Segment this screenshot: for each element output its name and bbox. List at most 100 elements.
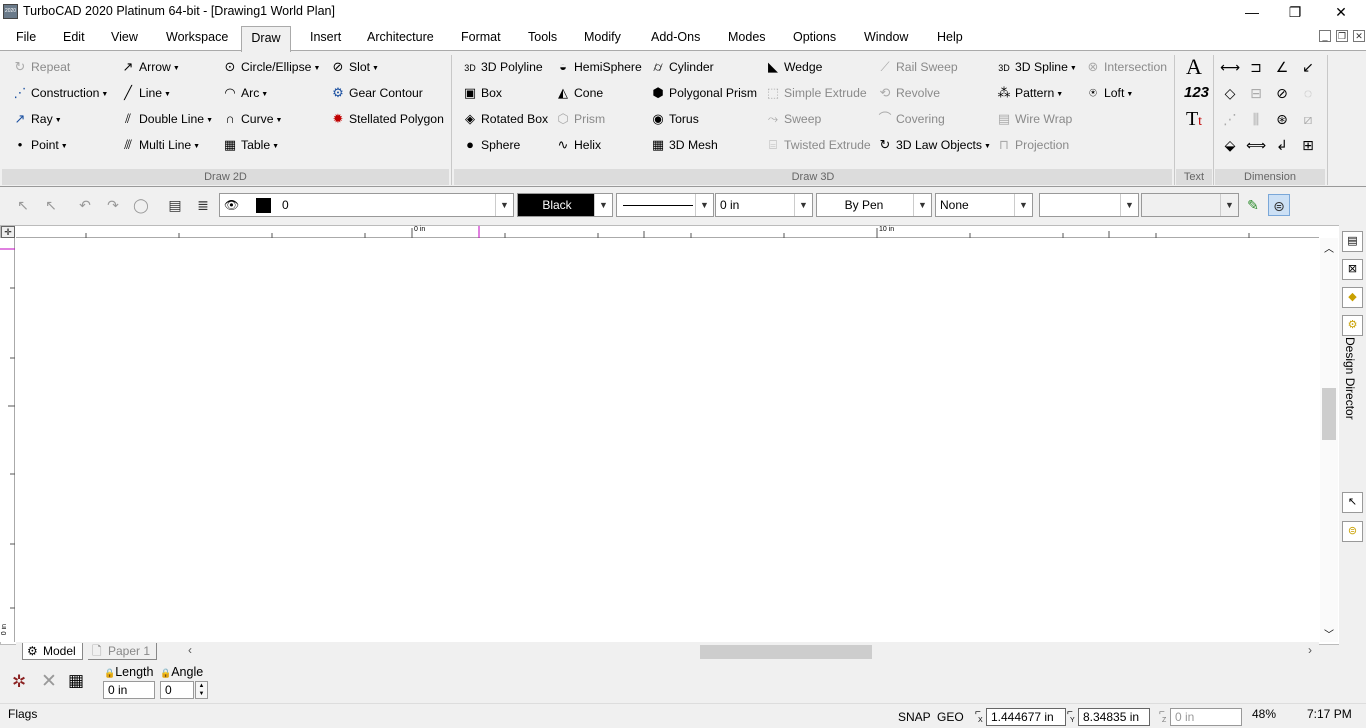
line-button[interactable]: ╱ Line ▼ <box>120 82 171 104</box>
pencil-icon[interactable]: ✎ <box>1242 194 1264 216</box>
point-button[interactable]: • Point ▼ <box>12 134 68 156</box>
polygonal-prism-button[interactable]: ⬢ Polygonal Prism <box>650 82 757 104</box>
table-button[interactable]: ▦ Table ▼ <box>222 134 279 156</box>
menu-window[interactable]: Window <box>864 30 908 44</box>
chevron-down-icon[interactable]: ▼ <box>1014 194 1032 216</box>
radius-dimension-icon[interactable]: ⊘ <box>1272 83 1292 103</box>
pen-combo[interactable]: By Pen ▼ <box>816 193 932 217</box>
vertical-scroll-thumb[interactable] <box>1322 388 1336 440</box>
angle-stepper[interactable]: ▲ ▼ <box>195 681 208 699</box>
fit-text-icon[interactable]: Tt <box>1184 109 1204 129</box>
line-style-combo[interactable]: ▼ <box>616 193 714 217</box>
intersection-button[interactable]: ⊗ Intersection <box>1085 56 1167 78</box>
chevron-down-icon[interactable]: ▼ <box>695 194 713 216</box>
polyline3d-button[interactable]: 3D 3D Polyline <box>462 56 542 78</box>
select-pointer-icon[interactable]: ↖ <box>12 194 34 216</box>
projection-button[interactable]: ⊓ Projection <box>996 134 1069 156</box>
properties-table-icon[interactable]: ▦ <box>68 671 84 691</box>
eye-icon[interactable]: 👁 <box>224 194 239 216</box>
mdi-minimize-button[interactable]: _ <box>1319 30 1331 42</box>
torus-button[interactable]: ◉ Torus <box>650 108 698 130</box>
scroll-left-icon[interactable]: ‹ <box>188 643 192 657</box>
menu-architecture[interactable]: Architecture <box>367 30 434 44</box>
undo-icon[interactable]: ↶ <box>74 194 96 216</box>
arc-button[interactable]: ◠ Arc ▼ <box>222 82 268 104</box>
layers-icon[interactable]: ≣ <box>192 194 214 216</box>
menu-view[interactable]: View <box>111 30 138 44</box>
scroll-right-icon[interactable]: › <box>1308 643 1312 657</box>
chevron-down-icon[interactable]: ▼ <box>913 194 931 216</box>
menu-modes[interactable]: Modes <box>728 30 766 44</box>
arrow-button[interactable]: ↗ Arrow ▼ <box>120 56 180 78</box>
empty-combo-2[interactable]: ▼ <box>1141 193 1239 217</box>
redo-icon[interactable]: ↷ <box>102 194 124 216</box>
line-width-combo[interactable]: 0 in ▼ <box>715 193 813 217</box>
baseline-dimension-icon[interactable]: ⊟ <box>1246 83 1266 103</box>
menu-insert[interactable]: Insert <box>310 30 341 44</box>
layer-combo[interactable]: 👁 0 ▼ <box>219 193 514 217</box>
angle-input[interactable]: 0 <box>160 681 194 699</box>
empty-combo-1[interactable]: ▼ <box>1039 193 1139 217</box>
ruler-origin-icon[interactable]: ✛ <box>1 226 15 238</box>
dock-design-director-icon[interactable]: ⚙ <box>1342 315 1363 336</box>
color-combo[interactable]: Black ▼ <box>517 193 613 217</box>
pattern-button[interactable]: ⁂ Pattern ▼ <box>996 82 1064 104</box>
horizontal-scroll-thumb[interactable] <box>700 645 872 659</box>
twisted-extrude-button[interactable]: ⌸ Twisted Extrude <box>765 134 871 156</box>
geo-toggle[interactable]: GEO <box>937 710 964 724</box>
mesh3d-button[interactable]: ▦ 3D Mesh <box>650 134 718 156</box>
cone-button[interactable]: ◭ Cone <box>555 82 603 104</box>
chevron-down-icon[interactable]: ▼ <box>794 194 812 216</box>
rotated-dimension-icon[interactable]: ◇ <box>1220 83 1240 103</box>
double-line-button[interactable]: ⫽ Double Line ▼ <box>120 108 213 130</box>
datum-dimension-icon[interactable]: ⧄ <box>1298 109 1318 129</box>
dock-properties-icon[interactable]: ▤ <box>1342 231 1363 252</box>
chevron-down-icon[interactable]: ▼ <box>495 194 513 216</box>
circle-dimension-icon[interactable]: ⊛ <box>1272 109 1292 129</box>
design-director-tab[interactable]: Design Director <box>1343 337 1357 420</box>
menu-tools[interactable]: Tools <box>528 30 557 44</box>
menu-workspace[interactable]: Workspace <box>166 30 228 44</box>
menu-modify[interactable]: Modify <box>584 30 621 44</box>
rail-sweep-button[interactable]: ⟋ Rail Sweep <box>877 56 957 78</box>
spline3d-button[interactable]: 3D 3D Spline ▼ <box>996 56 1077 78</box>
prism-button[interactable]: ⬡ Prism <box>555 108 605 130</box>
vertical-scrollbar[interactable]: ︿ ﹀ <box>1320 238 1338 642</box>
tolerance-icon[interactable]: ⊞ <box>1298 135 1318 155</box>
diameter-dimension-icon[interactable]: ◌ <box>1298 83 1318 103</box>
close-button[interactable]: ✕ <box>1318 0 1364 24</box>
parallel-dimension-icon[interactable]: ⊐ <box>1246 57 1266 77</box>
mdi-close-button[interactable]: ✕ <box>1353 30 1365 42</box>
dock-library-icon[interactable]: ◆ <box>1342 287 1363 308</box>
multiline-text-icon[interactable]: 123 <box>1184 83 1209 103</box>
stellated-polygon-button[interactable]: ✹ Stellated Polygon <box>330 108 444 130</box>
length-input[interactable]: 0 in <box>103 681 155 699</box>
dock-snap-icon[interactable]: ⊠ <box>1342 259 1363 280</box>
scroll-up-icon[interactable]: ︿ <box>1324 240 1334 255</box>
helix-button[interactable]: ∿ Helix <box>555 134 602 156</box>
orthogonal-dimension-icon[interactable]: ⟷ <box>1220 57 1240 77</box>
slope-dimension-icon[interactable]: ⬙ <box>1220 135 1240 155</box>
chain-dimension-icon[interactable]: ⋰ <box>1220 109 1240 129</box>
magic-wand-icon[interactable]: ✲ <box>12 672 26 692</box>
menu-options[interactable]: Options <box>793 30 836 44</box>
tab-paper1[interactable]: 🗋 Paper 1 <box>88 643 158 660</box>
menu-addons[interactable]: Add-Ons <box>651 30 700 44</box>
covering-button[interactable]: ⌒ Covering <box>877 108 944 130</box>
menu-format[interactable]: Format <box>461 30 501 44</box>
wedge-button[interactable]: ◣ Wedge <box>765 56 822 78</box>
curve-button[interactable]: ∩ Curve ▼ <box>222 108 282 130</box>
ordinate-dimension-icon[interactable]: ⫼ <box>1246 109 1266 129</box>
circle-ellipse-button[interactable]: ⊙ Circle/Ellipse ▼ <box>222 56 321 78</box>
restore-button[interactable]: ❐ <box>1272 0 1318 24</box>
dock-render-icon[interactable]: ⊜ <box>1342 521 1363 542</box>
dock-selector-icon[interactable]: ↖ <box>1342 492 1363 513</box>
chevron-down-icon[interactable]: ▼ <box>594 194 612 216</box>
angular-dimension-icon[interactable]: ∠ <box>1272 57 1292 77</box>
simple-extrude-button[interactable]: ⬚ Simple Extrude <box>765 82 867 104</box>
fill-combo[interactable]: None ▼ <box>935 193 1033 217</box>
lock-icon[interactable]: 🔒 <box>160 668 171 678</box>
chevron-down-icon[interactable]: ▼ <box>1220 194 1238 216</box>
properties-icon[interactable]: ▤ <box>164 194 186 216</box>
revolve-button[interactable]: ⟲ Revolve <box>877 82 940 104</box>
